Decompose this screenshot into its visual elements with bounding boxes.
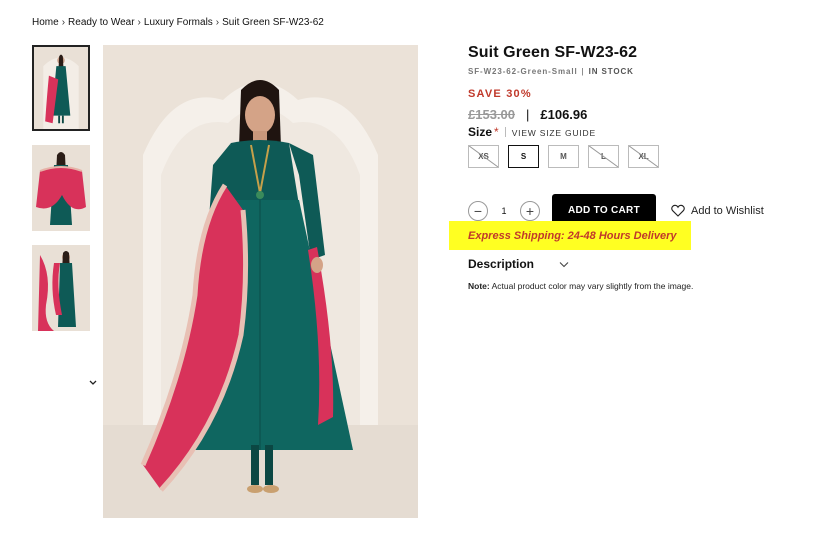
- sku-divider: |: [581, 67, 585, 76]
- sale-price: £106.96: [540, 107, 588, 122]
- quantity-input[interactable]: 1: [488, 206, 520, 216]
- main-product-image[interactable]: [103, 45, 418, 518]
- breadcrumb-separator: ›: [137, 17, 141, 28]
- size-option-xs[interactable]: XS: [468, 145, 499, 168]
- shipping-text: Express Shipping: 24-48 Hours Delivery: [468, 229, 677, 242]
- size-option-xl[interactable]: XL: [628, 145, 659, 168]
- size-option-m[interactable]: M: [548, 145, 579, 168]
- description-label: Description: [468, 257, 535, 271]
- price-divider: |: [526, 107, 530, 122]
- size-label: Size: [468, 125, 493, 139]
- thumbnail-3[interactable]: [32, 245, 90, 331]
- add-to-wishlist-link[interactable]: Add to Wishlist: [671, 204, 764, 217]
- wishlist-label: Add to Wishlist: [691, 204, 764, 217]
- required-mark: *: [494, 125, 499, 139]
- description-toggle[interactable]: Description: [468, 257, 569, 271]
- breadcrumb-current: Suit Green SF-W23-62: [222, 17, 324, 28]
- breadcrumb-separator: ›: [215, 17, 220, 28]
- product-info: Suit Green SF-W23-62 SF-W23-62-Green-Sma…: [449, 44, 798, 291]
- chevron-down-icon: [559, 261, 569, 267]
- note-text: Actual product color may vary slightly f…: [489, 281, 694, 291]
- breadcrumb-ready-to-wear[interactable]: Ready to Wear: [68, 17, 135, 28]
- shipping-banner: Express Shipping: 24-48 Hours Delivery: [449, 221, 691, 250]
- size-options: XS S M L XL: [468, 145, 659, 168]
- price-row: £153.00 | £106.96: [468, 107, 587, 122]
- breadcrumb-home[interactable]: Home: [32, 17, 59, 28]
- breadcrumb-separator: ›: [61, 17, 66, 28]
- product-sku: SF-W23-62-Green-Small: [468, 67, 578, 76]
- breadcrumb-luxury-formals[interactable]: Luxury Formals: [144, 17, 213, 28]
- size-option-l[interactable]: L: [588, 145, 619, 168]
- chevron-down-icon[interactable]: [87, 378, 99, 388]
- size-divider: [504, 126, 506, 137]
- quantity-decrease-button[interactable]: −: [468, 200, 488, 221]
- thumbnail-list: [32, 45, 97, 385]
- color-note: Note: Actual product color may vary slig…: [468, 281, 693, 291]
- size-option-s[interactable]: S: [508, 145, 539, 168]
- heart-icon: [671, 204, 685, 217]
- product-title: Suit Green SF-W23-62: [468, 44, 638, 61]
- breadcrumb: Home › Ready to Wear › Luxury Formals › Suit G…: [32, 17, 324, 28]
- sku-row: SF-W23-62-Green-Small | IN STOCK: [468, 67, 798, 76]
- note-label: Note:: [468, 281, 490, 291]
- thumbnail-2[interactable]: [32, 145, 90, 231]
- size-guide-link[interactable]: VIEW SIZE GUIDE: [512, 128, 596, 138]
- stock-status: IN STOCK: [588, 67, 634, 76]
- discount-badge: SAVE 30%: [468, 88, 532, 100]
- quantity-increase-button[interactable]: +: [520, 200, 540, 221]
- thumbnail-1[interactable]: [32, 45, 90, 131]
- old-price: £153.00: [468, 107, 515, 122]
- size-row: Size * VIEW SIZE GUIDE: [468, 123, 596, 141]
